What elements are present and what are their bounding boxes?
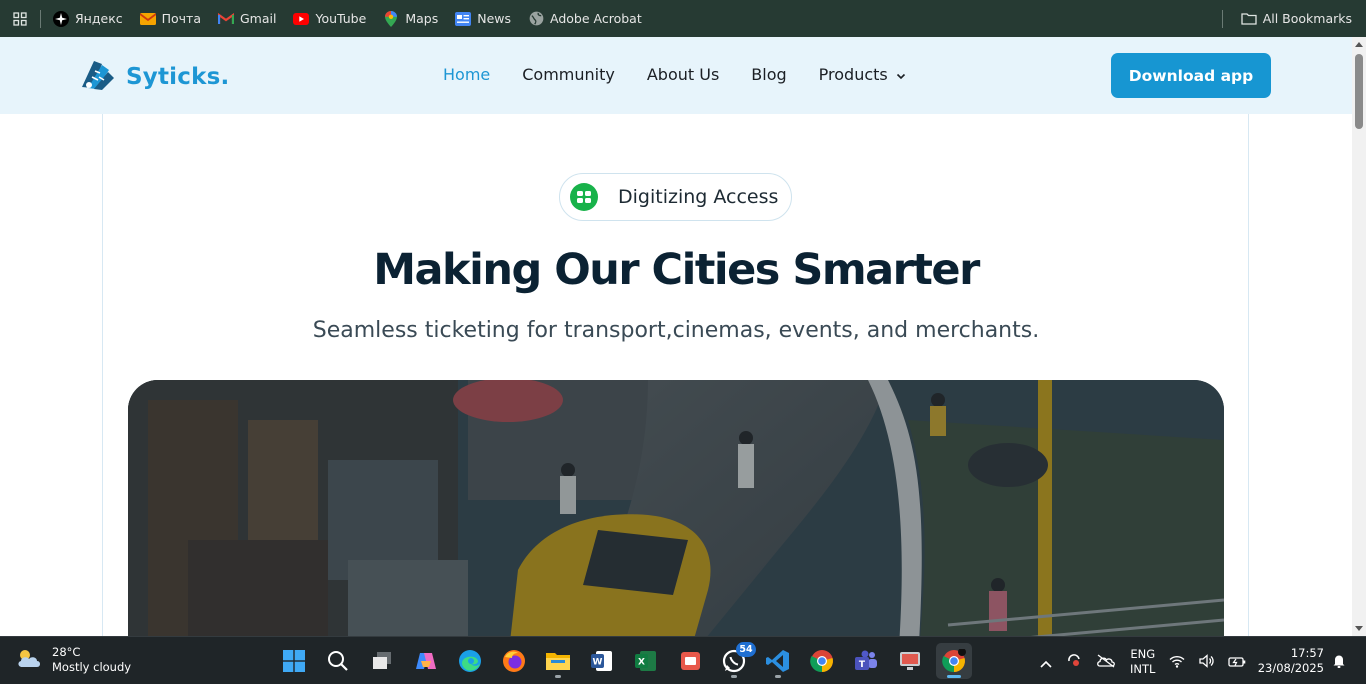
search-icon[interactable] (320, 643, 356, 679)
edge-browser-icon[interactable] (452, 643, 488, 679)
main-nav: Home Community About Us Blog Products (443, 65, 906, 84)
download-app-button[interactable]: Download app (1111, 53, 1271, 98)
weather-widget[interactable]: 28°C Mostly cloudy (16, 645, 131, 675)
all-bookmarks-button[interactable]: All Bookmarks (1241, 11, 1352, 27)
cloud-sun-icon (16, 647, 44, 673)
hero-street-photo (128, 380, 1224, 636)
bookmark-pochta[interactable]: Почта (139, 11, 201, 27)
bookmark-gmail[interactable]: Gmail (218, 11, 276, 27)
wifi-icon[interactable] (1169, 653, 1185, 672)
site-header: Syticks. Home Community About Us Blog Pr… (0, 37, 1352, 114)
volume-icon[interactable] (1199, 653, 1215, 672)
nav-products-dropdown[interactable]: Products (819, 65, 906, 84)
pill-label: Digitizing Access (618, 186, 779, 208)
running-indicator (555, 675, 561, 678)
bookmark-label: Gmail (240, 11, 277, 26)
web-page: Syticks. Home Community About Us Blog Pr… (0, 37, 1352, 636)
notification-bell-icon[interactable] (1332, 653, 1346, 673)
bookmark-label: News (477, 11, 511, 26)
svg-text:T: T (859, 660, 866, 670)
maps-icon (383, 10, 399, 27)
system-tray: ENG INTL (1040, 647, 1246, 677)
ticket-badge-icon (570, 183, 598, 211)
bookmarks-separator (40, 9, 41, 28)
content-frame-border (1248, 114, 1249, 636)
battery-charging-icon[interactable] (1228, 653, 1246, 672)
nav-community[interactable]: Community (522, 65, 615, 84)
bookmarks-separator (1221, 9, 1223, 28)
yandex-icon (53, 10, 69, 27)
digitizing-access-pill: Digitizing Access (559, 173, 792, 221)
hero-title: Making Our Cities Smarter (373, 245, 980, 295)
chrome-profile-icon[interactable] (936, 643, 972, 679)
chrome-icon[interactable] (804, 643, 840, 679)
logo-text: Syticks. (126, 63, 230, 90)
language-indicator[interactable]: ENG INTL (1130, 647, 1155, 677)
windows-taskbar: 28°C Mostly cloudy W X 54 T ENG INTL 17:… (0, 636, 1366, 684)
weather-desc: Mostly cloudy (52, 660, 132, 674)
vscode-icon[interactable] (760, 643, 796, 679)
ticket-fan-logo-icon (80, 57, 118, 96)
onedrive-offline-icon[interactable] (1096, 653, 1116, 672)
bookmark-label: Яндекс (75, 11, 123, 26)
bookmarks-bar: Яндекс Почта Gmail YouTube Maps News Ado… (0, 0, 1366, 37)
sync-status-icon[interactable] (1066, 652, 1082, 672)
running-indicator (731, 675, 737, 678)
taskbar-apps: W X 54 T (276, 642, 972, 679)
scroll-up-arrow-icon[interactable] (1355, 42, 1363, 47)
whatsapp-unread-badge: 54 (736, 642, 756, 657)
bookmark-label: Adobe Acrobat (550, 11, 642, 26)
clock-date: 23/08/2025 (1257, 661, 1324, 675)
weather-temp: 28°C (52, 645, 81, 659)
scroll-down-arrow-icon[interactable] (1355, 626, 1363, 631)
bookmark-yandex[interactable]: Яндекс (53, 10, 123, 27)
remote-desktop-icon[interactable] (892, 643, 928, 679)
mail-icon (139, 11, 156, 27)
nav-about-us[interactable]: About Us (647, 65, 719, 84)
bookmark-maps[interactable]: Maps (383, 10, 439, 27)
language-code: ENG (1130, 647, 1156, 661)
word-icon[interactable]: W (584, 643, 620, 679)
bookmark-label: YouTube (315, 11, 367, 26)
nav-home[interactable]: Home (443, 65, 490, 84)
chevron-down-icon (896, 65, 906, 84)
copilot-icon[interactable] (408, 643, 444, 679)
svg-text:X: X (638, 658, 645, 668)
bookmark-label: Maps (405, 11, 439, 26)
globe-icon (528, 11, 544, 27)
running-indicator (775, 675, 781, 678)
file-explorer-icon[interactable] (540, 643, 576, 679)
powerpoint-icon[interactable] (672, 643, 708, 679)
gmail-icon (218, 11, 234, 27)
youtube-icon (293, 11, 310, 27)
folder-icon (1241, 11, 1257, 27)
nav-products-label: Products (818, 65, 888, 84)
system-clock[interactable]: 17:57 23/08/2025 (1256, 646, 1324, 676)
task-view-icon[interactable] (364, 643, 400, 679)
keyboard-layout: INTL (1130, 662, 1156, 676)
teams-icon[interactable]: T (848, 643, 884, 679)
all-bookmarks-label: All Bookmarks (1262, 11, 1352, 26)
bookmark-label: Почта (161, 11, 201, 26)
firefox-icon[interactable] (496, 643, 532, 679)
chevron-up-icon[interactable] (1040, 653, 1052, 672)
svg-text:W: W (593, 658, 603, 668)
news-icon (455, 11, 472, 27)
site-logo[interactable]: Syticks. (80, 57, 229, 96)
windows-start-icon[interactable] (276, 643, 312, 679)
hero-subtitle: Seamless ticketing for transport,cinemas… (312, 318, 1040, 343)
excel-icon[interactable]: X (628, 643, 664, 679)
clock-time: 17:57 (1290, 646, 1324, 660)
bookmark-youtube[interactable]: YouTube (293, 11, 366, 27)
page-scrollbar[interactable] (1352, 37, 1366, 636)
apps-grid-icon[interactable] (0, 0, 40, 37)
whatsapp-icon[interactable]: 54 (716, 642, 756, 679)
active-indicator (947, 675, 961, 678)
content-frame-border (102, 114, 103, 636)
nav-blog[interactable]: Blog (751, 65, 786, 84)
scrollbar-thumb[interactable] (1355, 54, 1363, 129)
bookmark-news[interactable]: News (455, 11, 511, 27)
bookmark-adobe-acrobat[interactable]: Adobe Acrobat (528, 11, 642, 27)
